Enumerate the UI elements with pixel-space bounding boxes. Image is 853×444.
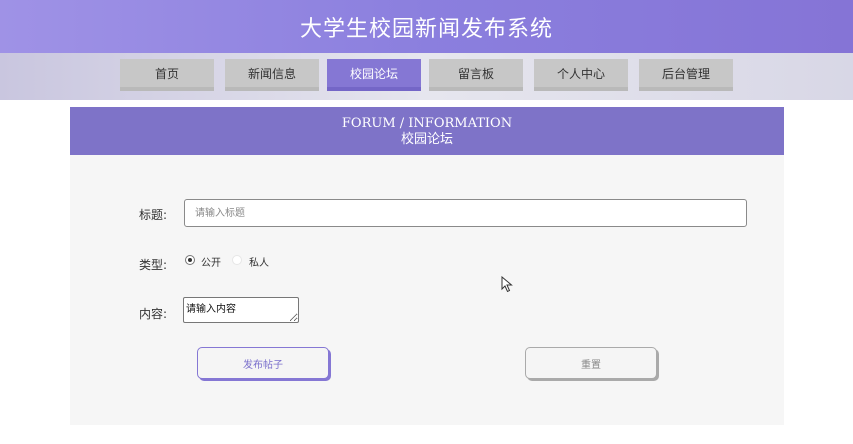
app-header: 大学生校园新闻发布系统	[0, 0, 853, 53]
radio-private[interactable]	[232, 255, 242, 265]
section-title-en: FORUM / INFORMATION	[341, 116, 513, 131]
type-label: 类型:	[139, 258, 168, 272]
mouse-cursor-icon	[501, 276, 513, 293]
nav-item-forum[interactable]: 校园论坛	[327, 59, 421, 91]
form-panel	[70, 155, 784, 425]
nav-item-admin[interactable]: 后台管理	[639, 59, 733, 91]
main-nav: 首页 新闻信息 校园论坛 留言板 个人中心 后台管理	[0, 53, 853, 100]
radio-private-label[interactable]: 私人	[249, 254, 269, 269]
content-label: 内容:	[139, 307, 168, 321]
section-title-cn: 校园论坛	[400, 132, 453, 147]
nav-item-message-board[interactable]: 留言板	[429, 59, 523, 91]
nav-item-news[interactable]: 新闻信息	[225, 59, 319, 91]
title-input[interactable]	[184, 199, 747, 227]
title-label: 标题:	[139, 208, 168, 222]
reset-button[interactable]: 重置	[525, 347, 657, 379]
nav-item-home[interactable]: 首页	[120, 59, 214, 91]
publish-post-button[interactable]: 发布帖子	[197, 347, 329, 379]
radio-public-label[interactable]: 公开	[201, 254, 221, 269]
section-header: FORUM / INFORMATION 校园论坛	[70, 107, 784, 155]
content-textarea[interactable]	[183, 297, 299, 323]
nav-item-personal-center[interactable]: 个人中心	[534, 59, 628, 91]
app-title: 大学生校园新闻发布系统	[299, 16, 553, 42]
radio-public[interactable]	[185, 255, 195, 265]
